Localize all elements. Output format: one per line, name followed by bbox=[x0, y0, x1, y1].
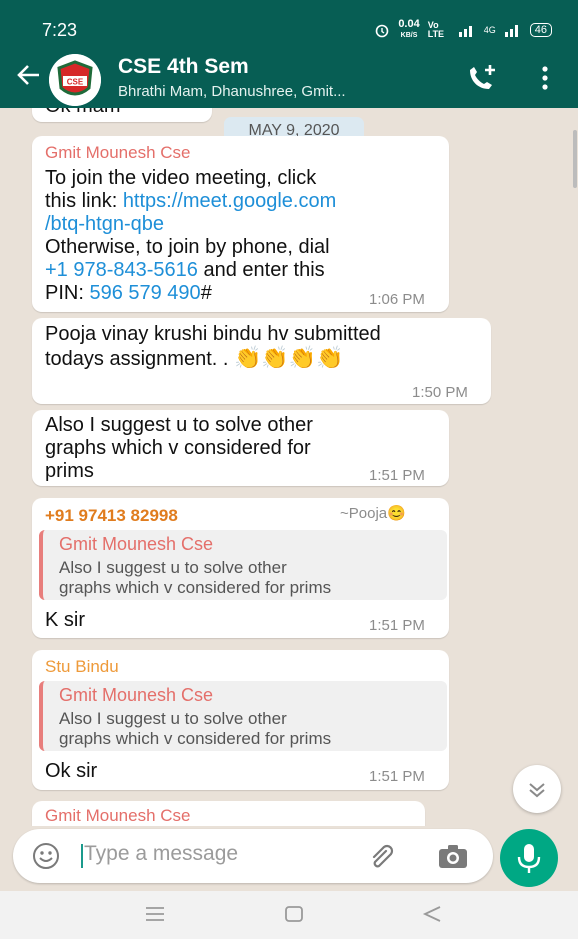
status-bar: 7:23 0.04 KB/S Vo LTE 4G 46 bbox=[0, 0, 578, 50]
message-time: 1:06 PM bbox=[369, 291, 425, 308]
alarm-icon bbox=[376, 24, 389, 38]
emoji-icon[interactable] bbox=[32, 842, 60, 875]
chat-subtitle[interactable]: Bhrathi Mam, Dhanushree, Gmit... bbox=[118, 83, 346, 100]
meeting-link-cont[interactable]: /btq-htgn-qbe bbox=[45, 213, 445, 236]
message-input-bar[interactable]: Type a message bbox=[13, 829, 493, 883]
signal-icon-2 bbox=[504, 25, 518, 37]
network-type: 4G bbox=[483, 25, 496, 35]
message-time: 1:51 PM bbox=[369, 768, 425, 785]
message-bubble-partial[interactable]: Ok mam bbox=[32, 108, 212, 122]
quoted-sender: Gmit Mounesh Cse bbox=[59, 685, 214, 705]
battery-indicator: 46 bbox=[529, 23, 552, 37]
pin-link[interactable]: 596 579 490 bbox=[89, 282, 200, 304]
message-text: K sir bbox=[45, 609, 85, 631]
message-text: Pooja vinay krushi bindu hv submitted to… bbox=[45, 323, 381, 370]
quoted-text: Also I suggest u to solve other graphs w… bbox=[59, 709, 332, 748]
sender-name: Gmit Mounesh Cse bbox=[45, 143, 191, 162]
status-icons: 0.04 KB/S Vo LTE 4G 46 bbox=[374, 19, 552, 41]
scroll-to-bottom-button[interactable] bbox=[513, 765, 561, 813]
avatar-text: CSE bbox=[67, 78, 84, 87]
quoted-message[interactable]: Gmit Mounesh Cse Also I suggest u to sol… bbox=[39, 530, 447, 600]
message-input[interactable]: Type a message bbox=[84, 842, 238, 866]
quoted-sender: Gmit Mounesh Cse bbox=[59, 534, 214, 554]
net-speed: 0.04 KB/S bbox=[398, 18, 420, 40]
attach-icon[interactable] bbox=[367, 841, 399, 876]
message-bubble[interactable]: Gmit Mounesh Cse To join the video meeti… bbox=[32, 136, 449, 312]
signal-icon bbox=[458, 26, 472, 37]
add-call-icon[interactable] bbox=[466, 63, 500, 93]
chat-title[interactable]: CSE 4th Sem bbox=[118, 55, 249, 79]
recents-icon[interactable] bbox=[144, 905, 166, 928]
chat-header: CSE CSE 4th Sem Bhrathi Mam, Dhanushree,… bbox=[0, 50, 578, 108]
status-time: 7:23 bbox=[42, 20, 78, 40]
message-text: Also I suggest u to solve other graphs w… bbox=[45, 414, 313, 482]
back-arrow-icon[interactable] bbox=[16, 62, 42, 93]
phone-link[interactable]: +1 978-843-5616 bbox=[45, 259, 198, 281]
message-text: Ok mam bbox=[45, 108, 121, 118]
double-chevron-down-icon bbox=[529, 783, 545, 798]
message-time: 1:50 PM bbox=[412, 384, 468, 401]
clap-emoji: 👏👏👏👏 bbox=[233, 345, 344, 370]
message-text: Ok sir bbox=[45, 760, 98, 782]
camera-icon[interactable] bbox=[437, 842, 469, 875]
message-text: To join the video meeting, click this li… bbox=[45, 167, 445, 305]
message-bubble[interactable]: Stu Bindu Gmit Mounesh Cse Also I sugges… bbox=[32, 650, 449, 790]
scrollbar[interactable] bbox=[573, 130, 577, 188]
more-options-icon[interactable] bbox=[540, 64, 550, 92]
text-cursor bbox=[81, 844, 83, 868]
message-time: 1:51 PM bbox=[369, 467, 425, 484]
voice-record-button[interactable] bbox=[500, 829, 558, 887]
message-bubble[interactable]: +91 97413 82998 ~Pooja😊 Gmit Mounesh Cse… bbox=[32, 498, 449, 638]
home-icon[interactable] bbox=[283, 905, 305, 928]
message-bubble[interactable]: Also I suggest u to solve other graphs w… bbox=[32, 410, 449, 486]
microphone-icon bbox=[517, 844, 541, 873]
quoted-text: Also I suggest u to solve other graphs w… bbox=[59, 558, 332, 597]
volte-indicator: Vo LTE bbox=[427, 20, 445, 39]
quoted-message[interactable]: Gmit Mounesh Cse Also I suggest u to sol… bbox=[39, 681, 447, 751]
message-bubble[interactable]: Pooja vinay krushi bindu hv submitted to… bbox=[32, 318, 491, 404]
sender-name: Stu Bindu bbox=[45, 657, 119, 676]
message-time: 1:51 PM bbox=[369, 617, 425, 634]
group-avatar[interactable]: CSE bbox=[49, 54, 101, 106]
sender-name: Gmit Mounesh Cse bbox=[45, 806, 191, 825]
back-nav-icon[interactable] bbox=[421, 905, 443, 928]
chat-area: Ok mam MAY 9, 2020 Gmit Mounesh Cse To j… bbox=[0, 108, 578, 826]
system-navigation-bar bbox=[0, 891, 578, 939]
meeting-link[interactable]: https://meet.google.com bbox=[123, 190, 336, 212]
sender-name: +91 97413 82998 bbox=[45, 506, 178, 525]
sender-push-name: ~Pooja😊 bbox=[340, 505, 406, 522]
message-bubble[interactable]: Gmit Mounesh Cse bbox=[32, 801, 425, 826]
